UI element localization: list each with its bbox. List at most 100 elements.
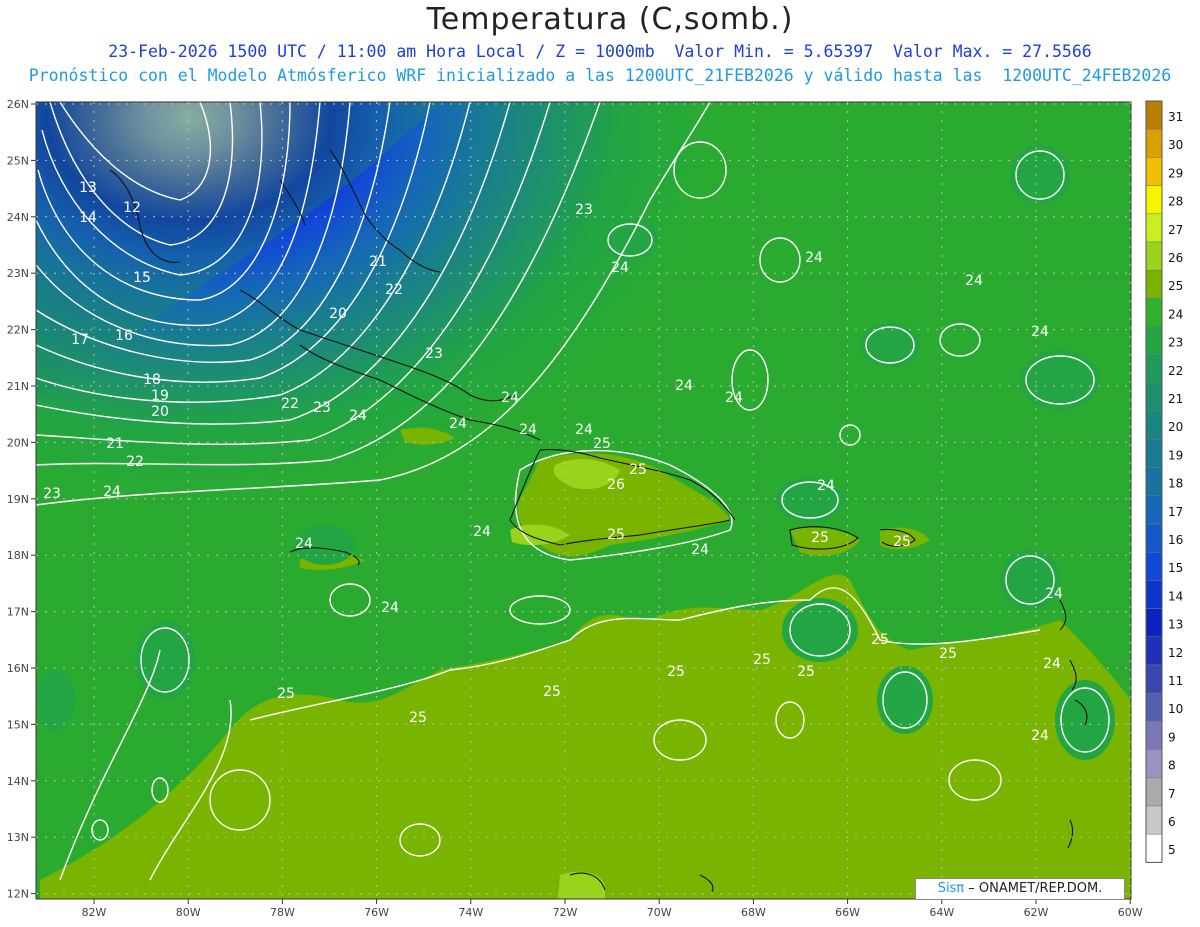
colorbar-label: 24	[1168, 307, 1183, 321]
contour-label: 19	[151, 388, 169, 404]
lon-label: 72W	[553, 906, 578, 919]
colorbar-swatch	[1145, 298, 1163, 327]
colorbar-swatch	[1145, 551, 1163, 581]
contour-label: 23	[425, 346, 443, 362]
colorbar-swatch	[1145, 354, 1163, 384]
lon-label: 74W	[458, 906, 483, 919]
lon-label: 68W	[741, 906, 766, 919]
contour-label: 25	[753, 652, 771, 668]
colorbar-swatch	[1145, 269, 1163, 299]
lat-label: 15N	[7, 718, 29, 731]
lon-label: 64W	[929, 906, 954, 919]
colorbar-label: 29	[1168, 166, 1183, 180]
colorbar-label: 17	[1168, 505, 1183, 519]
credit-box: Sisπ – ONAMET/REP.DOM.	[915, 878, 1125, 900]
contour-label: 25	[939, 646, 957, 662]
lon-label: 80W	[176, 906, 201, 919]
contour-label: 24	[575, 422, 593, 438]
lon-label: 60W	[1118, 906, 1143, 919]
colorbar-swatch	[1145, 777, 1163, 807]
colorbar-label: 19	[1168, 448, 1183, 462]
contour-label: 24	[611, 260, 629, 276]
colorbar-swatch	[1145, 326, 1163, 356]
contour-label: 21	[106, 436, 124, 452]
contour-label: 24	[103, 484, 121, 500]
colorbar-label: 6	[1168, 815, 1176, 829]
longitude-labels: 82W 80W 78W 76W 74W 72W 70W 68W 66W 64W 62W 60W	[82, 899, 1143, 919]
lon-label: 66W	[835, 906, 860, 919]
lat-label: 22N	[7, 324, 29, 337]
lon-label: 82W	[82, 906, 107, 919]
contour-label: 20	[329, 306, 347, 322]
colorbar-swatch	[1145, 721, 1163, 750]
colorbar-label: 12	[1168, 646, 1183, 660]
contour-label: 25	[629, 462, 647, 478]
lat-label: 18N	[7, 549, 29, 562]
colorbar-label: 9	[1168, 730, 1176, 744]
contour-label: 25	[593, 436, 611, 452]
colorbar-label: 25	[1168, 279, 1183, 293]
colorbar-swatch	[1145, 128, 1163, 158]
colorbar-label: 21	[1168, 392, 1183, 406]
contour-label: 12	[123, 200, 141, 216]
latitude-labels: 26N 25N 24N 23N 22N 21N 20N 19N 18N 17N 16N 15N 14N 1…	[7, 98, 36, 901]
colorbar-label: 30	[1168, 138, 1183, 152]
contour-label: 14	[79, 210, 97, 226]
contour-label: 24	[817, 478, 835, 494]
colorbar-swatch	[1145, 495, 1163, 525]
contour-label: 21	[369, 254, 387, 270]
lon-label: 78W	[270, 906, 295, 919]
contour-label: 24	[381, 600, 399, 616]
contour-label: 24	[349, 408, 367, 424]
contour-label: 25	[811, 530, 829, 546]
contour-label: 22	[126, 454, 144, 470]
colorbar-label: 26	[1168, 251, 1183, 265]
lat-label: 17N	[7, 606, 29, 619]
colorbar-label: 28	[1168, 195, 1183, 209]
colorbar-swatch	[1145, 213, 1163, 243]
colorbar-label: 31	[1168, 110, 1183, 124]
lat-label: 19N	[7, 493, 29, 506]
colorbar-label: 7	[1168, 787, 1176, 801]
lat-label: 12N	[7, 888, 29, 901]
colorbar-swatch	[1145, 580, 1163, 609]
lon-label: 70W	[647, 906, 672, 919]
colorbar-label: 27	[1168, 223, 1183, 237]
lat-label: 24N	[7, 211, 29, 224]
lat-label: 25N	[7, 154, 29, 167]
contour-label: 24	[295, 536, 313, 552]
colorbar-swatch	[1145, 157, 1163, 186]
contour-label: 24	[1043, 656, 1061, 672]
contour-label: 24	[805, 250, 823, 266]
colorbar-swatch	[1145, 749, 1163, 779]
contour-label: 24	[675, 378, 693, 394]
lon-label: 76W	[364, 906, 389, 919]
colorbar-label: 10	[1168, 702, 1183, 716]
colorbar: 31 30 29 28 27 26 25 24 23 22 21 20 19 18 17 16 15 14 13 12…	[1145, 100, 1183, 863]
colorbar-swatch	[1145, 805, 1163, 835]
colorbar-swatch	[1145, 523, 1163, 553]
sispi-logo-text: Sisπ	[937, 881, 965, 896]
credit-text: – ONAMET/REP.DOM.	[964, 881, 1103, 896]
colorbar-swatch	[1145, 692, 1163, 722]
colorbar-label: 15	[1168, 561, 1183, 575]
colorbar-label: 14	[1168, 589, 1183, 603]
contour-label: 25	[871, 632, 889, 648]
colorbar-swatch	[1145, 439, 1163, 468]
lat-label: 26N	[7, 98, 29, 111]
contour-label: 24	[725, 390, 743, 406]
colorbar-swatch	[1145, 100, 1163, 130]
lat-label: 14N	[7, 775, 29, 788]
colorbar-label: 23	[1168, 336, 1183, 350]
contour-label: 22	[281, 396, 299, 412]
colorbar-swatch	[1145, 608, 1163, 638]
contour-label: 24	[1031, 728, 1049, 744]
colorbar-swatch	[1145, 410, 1163, 440]
contour-label: 24	[519, 422, 537, 438]
colorbar-label: 13	[1168, 618, 1183, 632]
colorbar-label: 20	[1168, 420, 1183, 434]
contour-label: 20	[151, 404, 169, 420]
contour-label: 25	[893, 534, 911, 550]
colorbar-swatch	[1145, 664, 1163, 694]
colorbar-swatch	[1145, 241, 1163, 271]
